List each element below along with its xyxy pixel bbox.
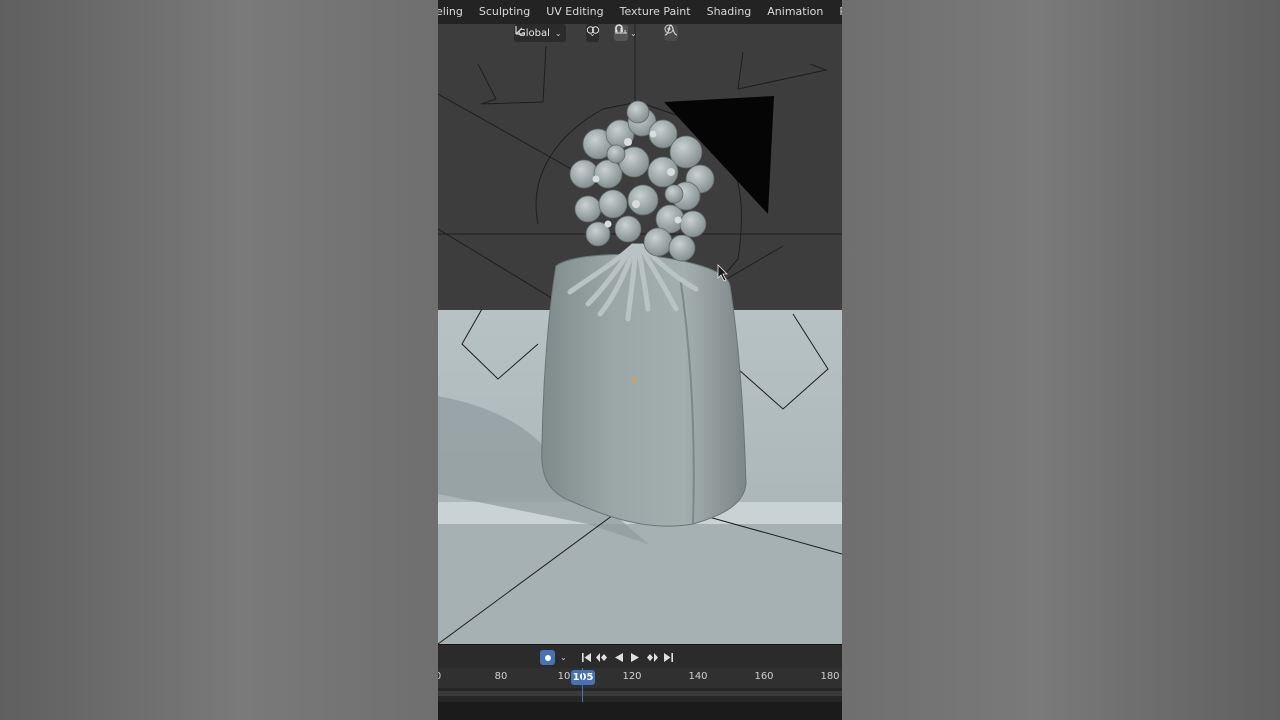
right-blur-panel bbox=[842, 0, 1280, 720]
next-keyframe-icon[interactable] bbox=[644, 650, 659, 665]
timeline-ruler[interactable]: 0 80 10 120 140 160 180 105 bbox=[438, 668, 842, 688]
tick-label: 120 bbox=[622, 671, 642, 682]
transform-orientation-dropdown[interactable]: Global ⌄ bbox=[514, 24, 566, 42]
tick-label: 180 bbox=[820, 671, 840, 682]
tick-label: 0 bbox=[438, 671, 441, 682]
jump-end-icon[interactable] bbox=[661, 650, 676, 665]
tick-label: 160 bbox=[754, 671, 774, 682]
tab-rendering[interactable]: Rendering bbox=[831, 0, 842, 24]
record-icon[interactable] bbox=[540, 650, 555, 665]
tab-shading[interactable]: Shading bbox=[699, 0, 760, 24]
current-frame-indicator[interactable]: 105 bbox=[571, 670, 595, 685]
tick-label: 10 bbox=[557, 671, 571, 682]
snap-increment-icon[interactable] bbox=[614, 24, 628, 36]
tab-uv-editing[interactable]: UV Editing bbox=[538, 0, 611, 24]
tick-label: 80 bbox=[494, 671, 508, 682]
record-options-dropdown[interactable]: ⌄ bbox=[556, 650, 571, 665]
playhead-line[interactable] bbox=[582, 668, 583, 702]
timeline-track[interactable] bbox=[438, 688, 842, 702]
timeline-header: ⌄ bbox=[438, 644, 842, 669]
tab-texture-paint[interactable]: Texture Paint bbox=[612, 0, 699, 24]
3d-viewport[interactable]: Global ⌄ ⌄ ⌄ bbox=[438, 24, 842, 644]
transform-orientation-icon bbox=[515, 26, 524, 35]
left-blur-panel bbox=[0, 0, 438, 720]
blender-window: eling Sculpting UV Editing Texture Paint… bbox=[438, 0, 842, 720]
chevron-down-icon: ⌄ bbox=[630, 28, 637, 38]
tab-modeling[interactable]: eling bbox=[438, 0, 471, 24]
chevron-down-icon: ⌄ bbox=[554, 28, 562, 38]
timeline-range-bar bbox=[438, 691, 842, 696]
pivot-icon bbox=[586, 26, 600, 34]
play-reverse-icon[interactable] bbox=[611, 650, 626, 665]
proportional-controls bbox=[664, 24, 678, 42]
workspace-tabs: eling Sculpting UV Editing Texture Paint… bbox=[438, 0, 842, 24]
pivot-dropdown[interactable]: ⌄ bbox=[586, 24, 600, 42]
viewport-scene bbox=[438, 24, 842, 644]
floor-front bbox=[438, 524, 842, 644]
jump-start-icon[interactable] bbox=[579, 650, 594, 665]
prev-keyframe-icon[interactable] bbox=[594, 650, 609, 665]
falloff-curve-icon[interactable] bbox=[664, 24, 678, 36]
tab-animation[interactable]: Animation bbox=[759, 0, 831, 24]
status-bar bbox=[438, 702, 842, 720]
tick-label: 140 bbox=[688, 671, 708, 682]
snap-controls: ⌄ bbox=[614, 24, 637, 42]
tab-sculpting[interactable]: Sculpting bbox=[471, 0, 538, 24]
play-icon[interactable] bbox=[627, 650, 642, 665]
object-origin bbox=[633, 378, 637, 382]
